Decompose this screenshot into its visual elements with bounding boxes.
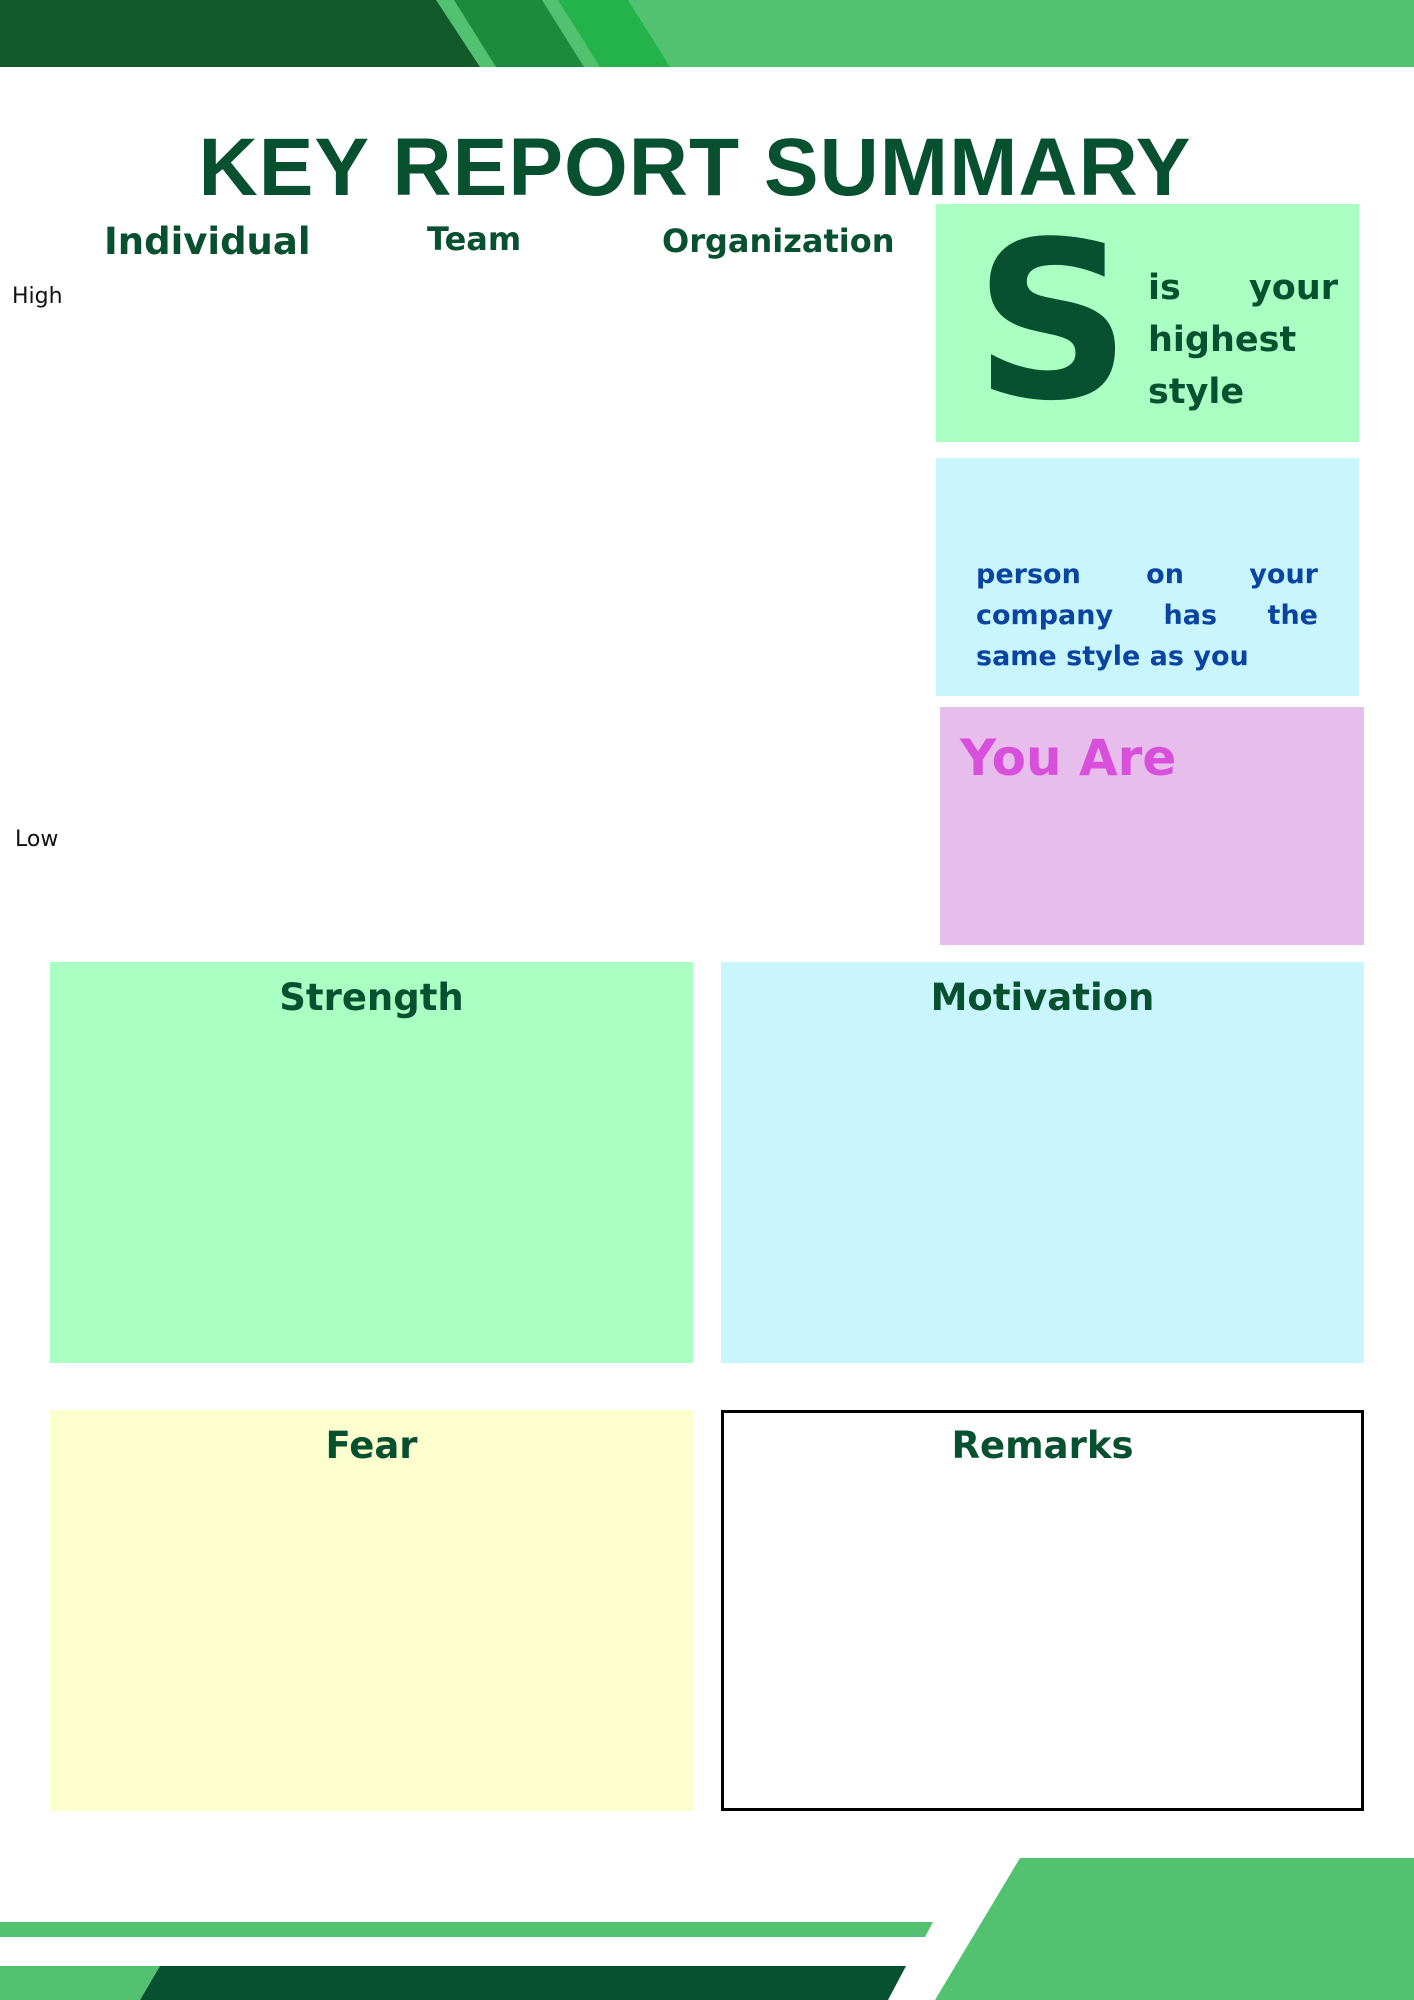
you-are-label: You Are bbox=[960, 729, 1177, 787]
highest-style-text: is your highest style bbox=[1148, 268, 1338, 412]
motivation-heading: Motivation bbox=[930, 976, 1155, 1019]
strength-heading: Strength bbox=[279, 976, 464, 1019]
same-style-peers-text: person on your company has the same styl… bbox=[976, 559, 1318, 672]
axis-label-low: Low bbox=[15, 827, 59, 852]
column-label-team: Team bbox=[427, 220, 522, 258]
style-letter: S bbox=[974, 196, 1132, 449]
axis-label-high: High bbox=[12, 284, 63, 309]
fear-heading: Fear bbox=[325, 1424, 418, 1467]
motivation-section: Motivation bbox=[721, 962, 1364, 1363]
remarks-heading: Remarks bbox=[951, 1424, 1134, 1467]
highest-style-card: S is your highest style bbox=[936, 204, 1359, 442]
column-label-organization: Organization bbox=[662, 222, 895, 260]
column-label-individual: Individual bbox=[104, 220, 311, 263]
same-style-peers-card: person on your company has the same styl… bbox=[936, 458, 1359, 696]
fear-section: Fear bbox=[50, 1410, 693, 1811]
strength-section: Strength bbox=[50, 962, 693, 1363]
top-banner-decoration bbox=[0, 0, 1414, 67]
remarks-section: Remarks bbox=[721, 1410, 1364, 1811]
page-title: KEY REPORT SUMMARY bbox=[198, 122, 1192, 213]
you-are-card: You Are bbox=[940, 707, 1364, 945]
